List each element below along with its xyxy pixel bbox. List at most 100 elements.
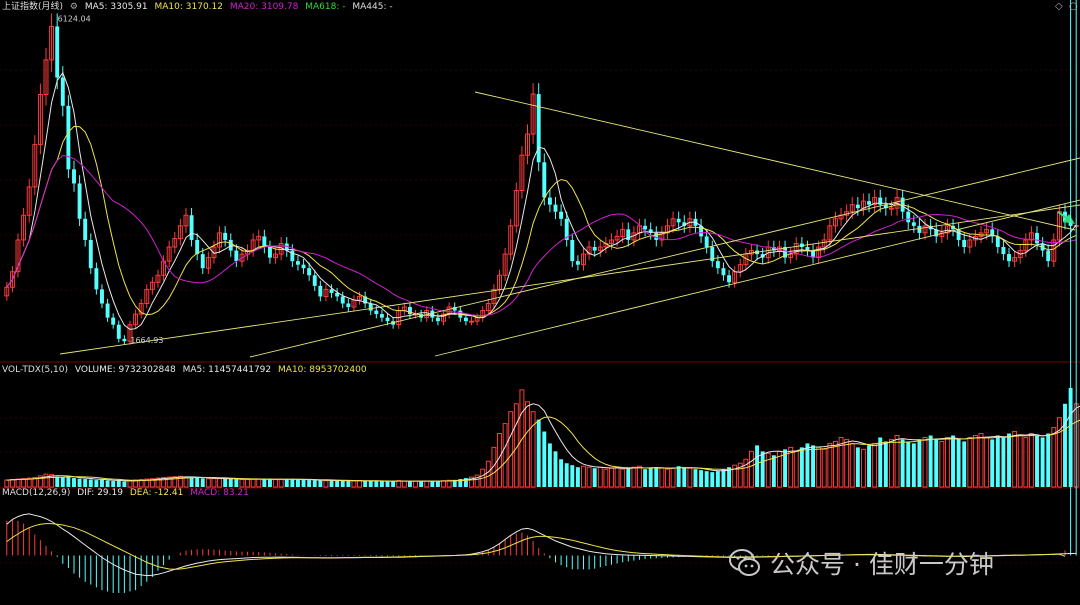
candle-down bbox=[995, 236, 1000, 248]
candle-down bbox=[553, 204, 558, 212]
candle-down bbox=[83, 218, 88, 240]
volume-bar-down bbox=[721, 469, 726, 487]
dea-value: DEA: -12.41 bbox=[129, 488, 184, 498]
price-legend: 上证指数(月线) ⚙ MA5: 3305.91 MA10: 3170.12 MA… bbox=[2, 1, 397, 13]
volume-bar-up bbox=[586, 466, 592, 488]
candle-down bbox=[329, 289, 334, 293]
volume-legend: VOL-TDX(5,10) VOLUME: 9732302848 MA5: 11… bbox=[2, 364, 371, 376]
volume-bar-up bbox=[939, 440, 945, 488]
volume-bar-up bbox=[821, 448, 827, 488]
volume-bar-up bbox=[765, 452, 771, 488]
volume-bar-up bbox=[597, 466, 603, 488]
ma618-value: MA618: - bbox=[305, 2, 346, 12]
volume-bar-up bbox=[978, 432, 984, 488]
volume-bar-down bbox=[811, 445, 816, 487]
volume-bar-down bbox=[1007, 433, 1011, 487]
volume-bar-down bbox=[290, 479, 295, 487]
candle-down bbox=[715, 261, 720, 269]
volume-bar-up bbox=[620, 468, 626, 488]
ma5-line bbox=[6, 71, 1077, 330]
volume-bar-down bbox=[284, 479, 289, 487]
candle-down bbox=[66, 105, 71, 170]
volume-ma5-value: MA5: 11457441792 bbox=[182, 365, 272, 375]
candle-down bbox=[906, 211, 911, 223]
candle-down bbox=[536, 94, 541, 163]
volume-bar-down bbox=[934, 439, 939, 487]
volume-bar-down bbox=[917, 439, 922, 487]
volume-bar-up bbox=[860, 448, 866, 488]
candle-down bbox=[1007, 254, 1011, 262]
candle-down bbox=[368, 303, 373, 311]
volume-bar-down bbox=[60, 477, 65, 487]
volume-value: VOLUME: 9732302848 bbox=[74, 365, 176, 375]
candle-down bbox=[116, 324, 121, 339]
volume-bar-down bbox=[77, 478, 82, 487]
volume-bar-down bbox=[407, 481, 412, 487]
settings-icon[interactable]: ⚙ bbox=[70, 2, 78, 12]
candle-down bbox=[1001, 247, 1006, 255]
volume-bar-down bbox=[536, 419, 541, 487]
volume-bar-up bbox=[944, 436, 950, 488]
volume-bar-down bbox=[654, 467, 659, 487]
volume-bar-down bbox=[55, 476, 60, 487]
volume-bar-up bbox=[967, 436, 973, 488]
volume-bar-down bbox=[363, 480, 368, 487]
volume-bar-up bbox=[849, 442, 855, 488]
volume-bar-up bbox=[424, 480, 430, 488]
ma5-value: MA5: 3305.91 bbox=[84, 2, 148, 12]
volume-bar-down bbox=[648, 468, 653, 487]
volume-bar-up bbox=[250, 478, 256, 488]
volume-bar-up bbox=[441, 480, 446, 488]
volume-bar-down bbox=[329, 480, 334, 487]
macd-title: MACD(12,26,9) bbox=[2, 488, 71, 498]
volume-bar-up bbox=[530, 411, 536, 488]
candle-down bbox=[643, 225, 648, 230]
volume-bar-up bbox=[637, 465, 642, 488]
volume-bar-down bbox=[385, 481, 390, 487]
collapse-icon[interactable]: ◇ bbox=[1055, 1, 1063, 12]
volume-bar-down bbox=[553, 451, 558, 487]
volume-bar-down bbox=[990, 439, 995, 487]
volume-bar-down bbox=[643, 469, 648, 487]
candle-down bbox=[111, 317, 116, 325]
volume-bar-down bbox=[559, 459, 564, 487]
volume-bar-down bbox=[435, 481, 440, 487]
volume-bar-down bbox=[100, 479, 104, 487]
volume-bar-up bbox=[485, 460, 491, 488]
volume-bar-down bbox=[72, 478, 76, 487]
volume-bar-up bbox=[351, 480, 357, 488]
candle-down bbox=[105, 303, 110, 318]
volume-bar-down bbox=[1040, 437, 1045, 487]
candle-down bbox=[962, 239, 967, 248]
volume-bar-up bbox=[687, 467, 693, 488]
volume-bar-down bbox=[542, 431, 547, 487]
candle-down bbox=[200, 254, 205, 269]
volume-bar-down bbox=[570, 465, 575, 487]
volume-bar-down bbox=[1035, 435, 1039, 487]
volume-bar-up bbox=[15, 478, 21, 488]
volume-bar-up bbox=[413, 480, 418, 488]
close-icon[interactable]: ○ bbox=[1069, 1, 1078, 12]
trendline bbox=[59, 204, 1080, 355]
candle-down bbox=[122, 338, 127, 342]
volume-bar-up bbox=[832, 440, 838, 488]
volume-bar-down bbox=[295, 479, 300, 487]
volume-bar-down bbox=[626, 468, 631, 487]
volume-bar-up bbox=[1017, 434, 1023, 488]
trendline bbox=[434, 199, 1080, 357]
candle-down bbox=[312, 275, 317, 286]
candle-down bbox=[307, 268, 312, 276]
candle-down bbox=[346, 303, 351, 308]
volume-bar-down bbox=[228, 479, 233, 487]
candle-down bbox=[295, 261, 300, 265]
candle-up bbox=[469, 320, 474, 323]
high-label: 6124.04 bbox=[58, 14, 91, 23]
candle-down bbox=[318, 285, 323, 297]
candle-down bbox=[435, 317, 440, 322]
dif-value: DIF: 29.19 bbox=[77, 488, 123, 498]
volume-bar-up bbox=[205, 478, 211, 488]
candle-down bbox=[100, 289, 104, 304]
volume-bar-up bbox=[1023, 436, 1029, 488]
candle-down bbox=[379, 314, 384, 318]
volume-bar-down bbox=[699, 470, 704, 487]
